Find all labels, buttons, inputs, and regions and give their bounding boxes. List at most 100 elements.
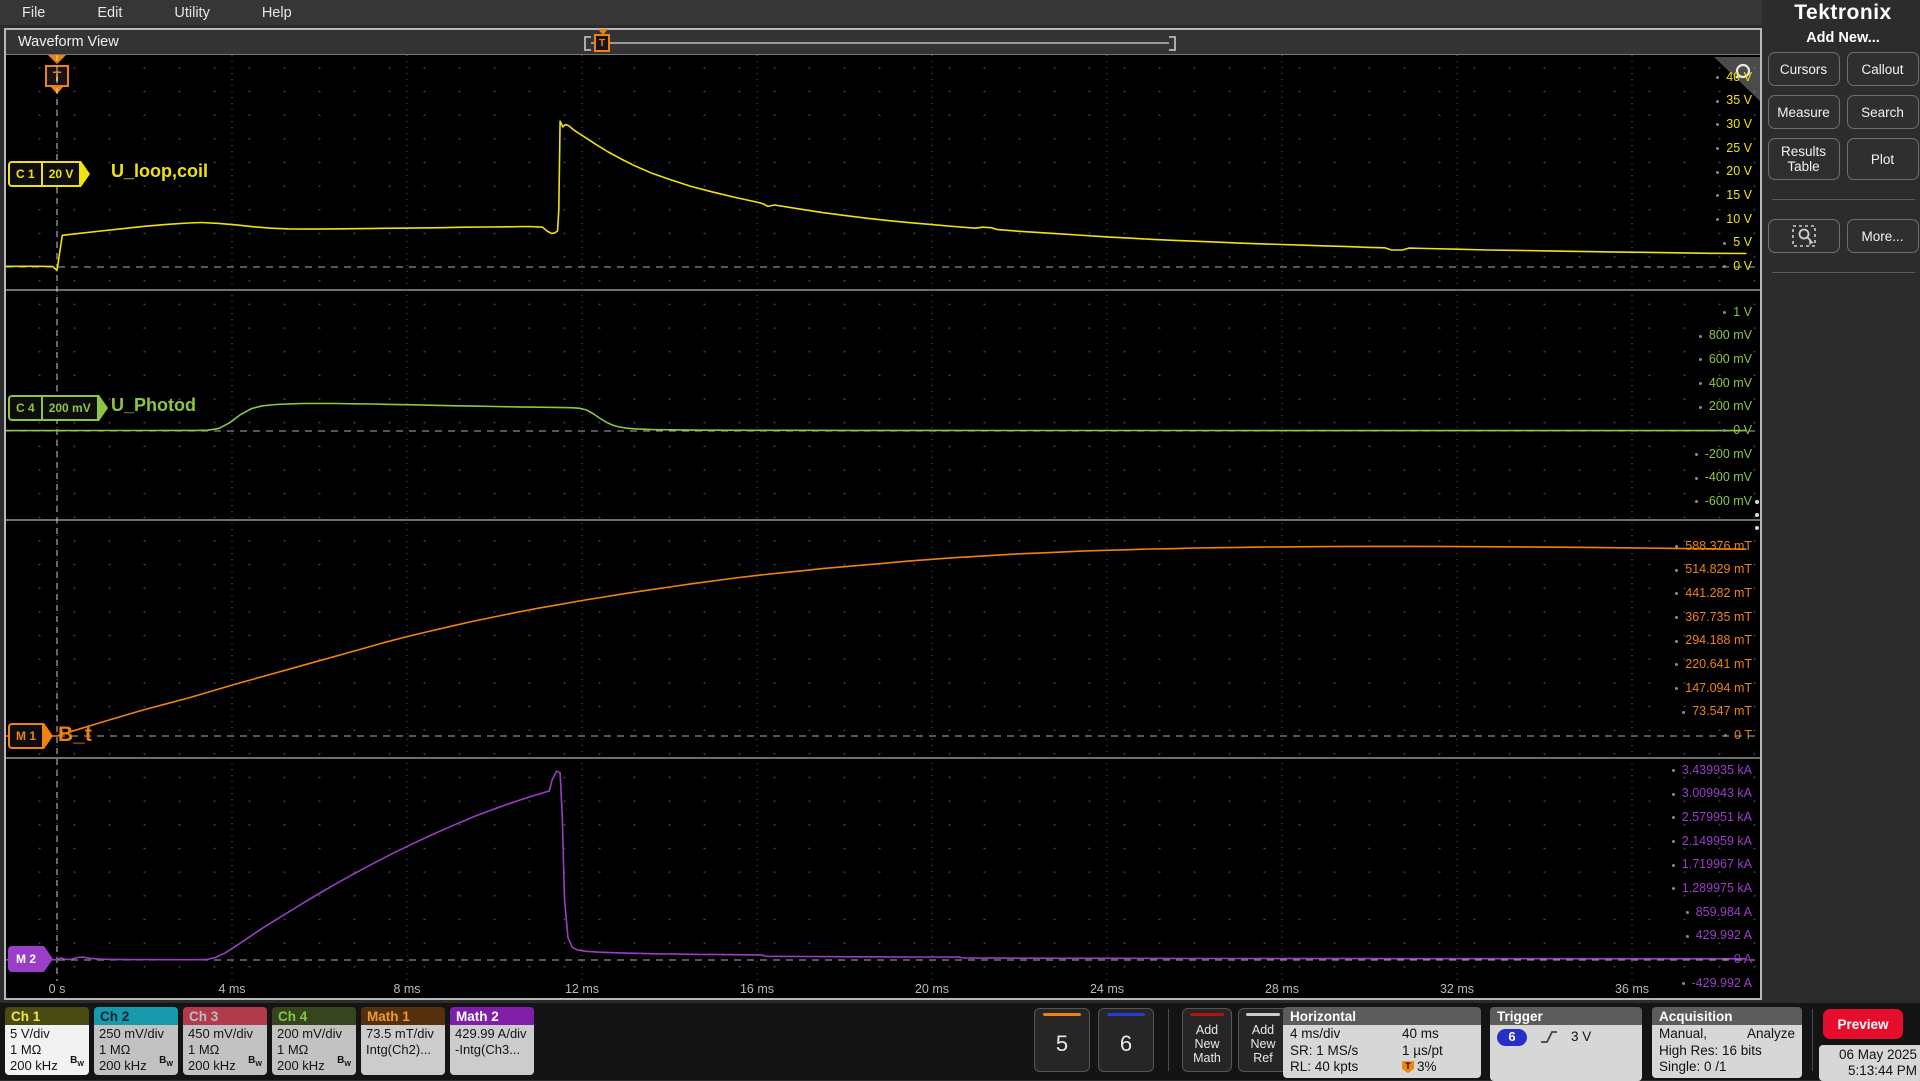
tick-dot [1675, 544, 1679, 548]
horizontal-record-length: RL: 40 kpts [1290, 1059, 1359, 1074]
waveform-view-panel: Waveform View T T 40 V 35 V 30 V 25 V 20 V 15… [4, 28, 1762, 1000]
ytick-ch4: -600 mV [1694, 494, 1752, 508]
menu-help[interactable]: Help [262, 5, 292, 21]
ytick-math1: 441.282 mT [1675, 586, 1752, 600]
menu-utility[interactable]: Utility [174, 5, 209, 21]
badge-cells: M 1 [8, 723, 45, 749]
ytick-math2: 429.992 A [1685, 928, 1752, 942]
sidebar-button-zoom-select[interactable] [1767, 219, 1840, 253]
tick-dot [1723, 958, 1727, 962]
ytick-ch1: 5 V [1723, 235, 1752, 249]
channel-badge-row: 450 mV/div [188, 1026, 254, 1041]
tick-dot [1716, 146, 1720, 150]
bandwidth-limit-icon: BW [337, 1055, 351, 1068]
tick-dot [1723, 310, 1727, 314]
channel-badge-ch1[interactable]: Ch 15 V/div 1 MΩ 200 kHz BW [5, 1007, 89, 1075]
trace-math1[interactable] [6, 545, 1747, 737]
waveform-label-ch1[interactable]: U_loop,coil [111, 161, 208, 182]
trace-math2[interactable] [6, 770, 1747, 961]
tick-dot [1671, 816, 1675, 820]
trace-ch4[interactable] [6, 402, 1747, 432]
tick-dot [1698, 334, 1702, 338]
sidebar-button-more[interactable]: More... [1846, 219, 1919, 253]
menu-file[interactable]: File [22, 5, 45, 21]
bandwidth-limit-icon: BW [248, 1055, 262, 1068]
tick-dot [1682, 710, 1686, 714]
sidebar-button-callout[interactable]: Callout [1846, 52, 1919, 86]
add-button-1[interactable]: Add New Ref [1238, 1008, 1288, 1072]
slider-track[interactable] [591, 42, 1169, 44]
waveform-label-math1[interactable]: B_t [58, 723, 92, 747]
ytick-ch4: 200 mV [1698, 399, 1752, 413]
tick-dot [1716, 194, 1720, 198]
ytick-math1: 0 T [1724, 728, 1752, 742]
channel-badge-row: 250 mV/div [99, 1026, 165, 1041]
plot-badge-ch4[interactable]: C 4 200 mV [8, 395, 108, 421]
ytick-math2: 859.984 A [1685, 905, 1752, 919]
badge-arrow-icon [44, 723, 54, 749]
waveform-label-ch4[interactable]: U_Photod [111, 395, 196, 416]
channel-badge-math2[interactable]: Math 2 429.99 A/div -Intg(Ch3... [450, 1007, 534, 1075]
tick-dot [1671, 839, 1675, 843]
sidebar-heading: Add New... [1806, 30, 1880, 46]
sidebar-button-measure[interactable]: Measure [1767, 95, 1840, 129]
ytick-math2: 1.719967 kA [1671, 857, 1752, 871]
ytick-ch4: 400 mV [1698, 376, 1752, 390]
trace-ch1[interactable] [6, 120, 1747, 272]
badge-id: C 4 [16, 401, 35, 415]
trigger-position-handle[interactable]: T [594, 29, 610, 52]
tektronix-logo: Tektronix [1794, 1, 1892, 24]
waveform-svg [6, 55, 1760, 981]
xtick: 8 ms [393, 982, 421, 996]
acquisition-panel[interactable]: Acquisition Manual, Analyze High Res: 16… [1652, 1007, 1802, 1078]
tick-dot [1671, 863, 1675, 867]
tick-dot [1716, 123, 1720, 127]
horizontal-pan-slider[interactable]: T [584, 29, 1176, 52]
tick-dot [1723, 241, 1727, 245]
waveform-plot[interactable]: T 40 V 35 V 30 V 25 V 20 V 15 V 10 V5 V0 V1 V8… [6, 55, 1760, 990]
bandwidth-limit-icon: BW [70, 1055, 84, 1068]
tick-dot [1671, 887, 1675, 891]
time-axis: 0 s 4 ms 8 ms 12 ms 16 ms 20 ms 24 ms 28 ms 32 m… [6, 981, 1760, 998]
channel-badge-title: Math 1 [361, 1007, 445, 1025]
channel-badge-row: Intg(Ch2)... [366, 1042, 432, 1057]
sidebar-button-plot[interactable]: Plot [1846, 138, 1919, 180]
trigger-source-pill[interactable]: 6 [1497, 1029, 1527, 1046]
sidebar-button-results-table[interactable]: Results Table [1767, 138, 1840, 180]
ytick-math2: 3.009943 kA [1671, 786, 1752, 800]
sidebar-button-grid: Cursors Callout Measure Search Results Table… [1766, 52, 1920, 283]
acquisition-single: Single: 0 /1 [1659, 1059, 1727, 1074]
channel-badge-math1[interactable]: Math 1 73.5 mT/div Intg(Ch2)... [361, 1007, 445, 1075]
channel-button-6[interactable]: 6 [1098, 1008, 1154, 1072]
add-button-0[interactable]: Add New Math [1182, 1008, 1232, 1072]
ytick-ch4: 0 V [1723, 423, 1752, 437]
horizontal-resolution: 1 µs/pt [1402, 1042, 1443, 1058]
bottom-settings-bar: Ch 15 V/div 1 MΩ 200 kHz BW Ch 2 250 mV/div 1 … [0, 1003, 1920, 1081]
menu-edit[interactable]: Edit [97, 5, 122, 21]
channel-button-5[interactable]: 5 [1034, 1008, 1090, 1072]
badge-arrow-icon [81, 161, 91, 187]
channel-badge-ch4[interactable]: Ch 4 200 mV/div 1 MΩ 200 kHz BW [272, 1007, 356, 1075]
sidebar-button-search[interactable]: Search [1846, 95, 1919, 129]
preview-button[interactable]: Preview [1823, 1009, 1903, 1039]
channel-badge-ch2[interactable]: Ch 2 250 mV/div 1 MΩ 200 kHz BW [94, 1007, 178, 1075]
xtick: 12 ms [564, 982, 600, 996]
panel-drag-handle[interactable] [1753, 500, 1761, 530]
plot-badge-math2[interactable]: M 2 [8, 946, 54, 972]
sidebar-button-cursors[interactable]: Cursors [1767, 52, 1840, 86]
badge-id: C 1 [16, 167, 35, 181]
trigger-panel[interactable]: Trigger 6 3 V [1490, 1007, 1642, 1081]
ytick-math2: 3.439935 kA [1671, 763, 1752, 777]
tick-dot [1675, 663, 1679, 667]
tick-dot [1671, 768, 1675, 772]
channel-badge-ch3[interactable]: Ch 3 450 mV/div 1 MΩ 200 kHz BW [183, 1007, 267, 1075]
xtick: 24 ms [1089, 982, 1125, 996]
plot-badge-ch1[interactable]: C 1 20 V [8, 161, 91, 187]
tick-dot [1723, 429, 1727, 433]
add-button-label: Add New Math [1193, 1022, 1221, 1065]
channel-badge-title: Ch 2 [94, 1007, 178, 1025]
datetime-display: 06 May 2025 5:13:44 PM [1819, 1045, 1920, 1081]
ytick-math1: 367.735 mT [1675, 610, 1752, 624]
plot-badge-math1[interactable]: M 1 [8, 723, 54, 749]
horizontal-panel[interactable]: Horizontal 4 ms/div 40 ms SR: 1 MS/s 1 µ… [1283, 1007, 1481, 1078]
